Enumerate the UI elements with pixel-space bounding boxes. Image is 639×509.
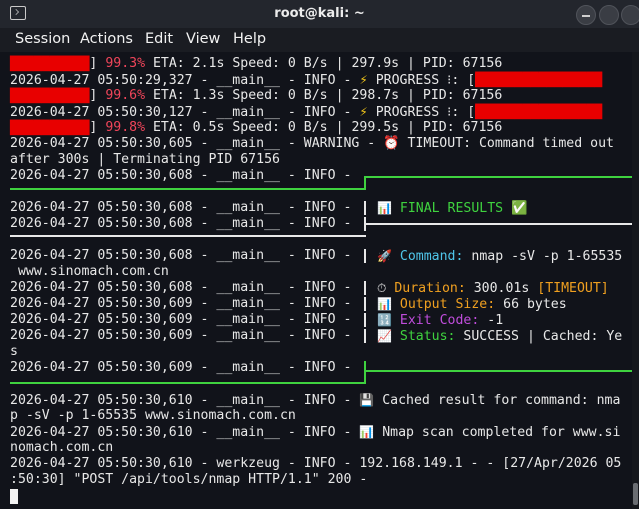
box-divider — [364, 281, 366, 295]
werkzeug-line: 2026-04-27 05:50:30,610 - werkzeug - INF… — [10, 456, 622, 471]
chart-icon: 📊 — [359, 425, 375, 439]
progress-percent: 99.8% — [105, 120, 146, 135]
duration-row: ⏱ Duration: 300.01s [TIMEOUT] — [377, 281, 609, 296]
status-row-wrap: s — [10, 344, 18, 359]
text-cursor — [10, 489, 18, 504]
progress-line: 2026-04-27 05:50:29,327 - __main__ - INF… — [10, 73, 603, 88]
progress-bar-fill: ██████████ — [10, 89, 90, 104]
scrollbar-thumb[interactable] — [633, 483, 638, 505]
chart-icon: 📊 — [377, 201, 392, 215]
progress-bar-fill: ██████████ — [10, 57, 90, 72]
log-line: 2026-04-27 05:50:30,608 - __main__ - INF… — [10, 280, 360, 295]
window-title: root@kali: ~ — [274, 6, 365, 21]
box-divider — [364, 201, 366, 215]
progress-percent: 99.6% — [105, 88, 146, 103]
box-divider — [364, 297, 366, 311]
menu-edit[interactable]: Edit — [145, 31, 173, 47]
box-divider — [364, 313, 366, 327]
exit-code-row: 🔢 Exit Code: -1 — [377, 313, 504, 328]
box-rule — [10, 382, 366, 384]
progress-bar-fill: ██████████ — [10, 121, 90, 136]
results-heading: 📊 FINAL RESULTS ✅ — [377, 201, 528, 216]
progress-line: ██████████] 99.3% ETA: 2.1s Speed: 0 B/s… — [10, 56, 503, 72]
cached-line: 2026-04-27 05:50:30,610 - __main__ - INF… — [10, 393, 621, 408]
warning-line-wrap: after 300s | Terminating PID 67156 — [10, 152, 280, 167]
log-line: 2026-04-27 05:50:30,609 - __main__ - INF… — [10, 312, 360, 327]
status-row: 📈 Status: SUCCESS | Cached: Ye — [377, 329, 623, 344]
scrollbar-track[interactable] — [632, 52, 639, 509]
menu-actions[interactable]: Actions — [80, 31, 133, 47]
menu-session[interactable]: Session — [15, 31, 70, 47]
menu-view[interactable]: View — [186, 31, 220, 47]
box-divider — [364, 249, 366, 263]
box-divider — [364, 329, 366, 343]
log-line: 2026-04-27 05:50:30,608 - __main__ - INF… — [10, 168, 360, 183]
log-line: 2026-04-27 05:50:30,609 - __main__ - INF… — [10, 328, 360, 343]
progress-line: 2026-04-27 05:50:30,127 - __main__ - INF… — [10, 105, 603, 120]
progress-line: ██████████] 99.8% ETA: 0.5s Speed: 0 B/s… — [10, 120, 503, 136]
log-line: 2026-04-27 05:50:30,608 - __main__ - INF… — [10, 216, 360, 231]
progress-percent: 99.3% — [105, 56, 146, 71]
scan-line-wrap: nomach.com.cn — [10, 440, 114, 455]
stopwatch-icon: ⏱ — [377, 281, 387, 295]
progress-bar-fill: ████████████████ — [475, 73, 603, 88]
box-rule — [364, 176, 366, 190]
log-line: 2026-04-27 05:50:30,608 - __main__ - INF… — [10, 200, 360, 215]
command-row: 🚀 Command: nmap -sV -p 1-65535 — [377, 249, 623, 264]
scan-line: 2026-04-27 05:50:30,610 - __main__ - INF… — [10, 425, 621, 440]
menu-bar: Session Actions Edit View Help — [0, 28, 639, 52]
log-line: 2026-04-27 05:50:30,608 - __main__ - INF… — [10, 248, 360, 263]
lightning-icon: ⚡ — [359, 73, 368, 87]
menu-help[interactable]: Help — [233, 31, 266, 47]
close-button[interactable] — [621, 5, 639, 25]
box-rule — [10, 188, 366, 190]
box-separator — [10, 235, 366, 237]
floppy-disk-icon: 💾 — [359, 393, 375, 407]
title-bar: root@kali: ~ — [0, 0, 639, 28]
warning-line: 2026-04-27 05:50:30,605 - __main__ - WAR… — [10, 136, 614, 151]
cached-line-wrap: p -sV -p 1-65535 www.sinomach.com.cn — [10, 408, 296, 423]
terminal-window: root@kali: ~ Session Actions Edit View H… — [0, 0, 639, 509]
progress-bar-fill: ████████████████ — [475, 105, 603, 120]
numbers-icon: 🔢 — [377, 313, 392, 327]
maximize-button[interactable] — [599, 5, 619, 25]
minimize-button[interactable] — [576, 5, 596, 25]
size-row: 📊 Output Size: 66 bytes — [377, 297, 567, 312]
log-line: 2026-04-27 05:50:30,609 - __main__ - INF… — [10, 360, 360, 375]
box-rule — [364, 370, 632, 372]
progress-line: ██████████] 99.6% ETA: 1.3s Speed: 0 B/s… — [10, 88, 503, 104]
chart-icon: 📊 — [377, 297, 392, 311]
lightning-icon: ⚡ — [359, 105, 368, 119]
rocket-icon: 🚀 — [377, 249, 392, 263]
trend-chart-icon: 📈 — [377, 329, 392, 343]
log-line: 2026-04-27 05:50:30,609 - __main__ - INF… — [10, 296, 360, 311]
box-separator — [364, 223, 632, 225]
terminal-output[interactable]: ██████████] 99.3% ETA: 2.1s Speed: 0 B/s… — [0, 52, 632, 509]
werkzeug-line-wrap: :50:30] "POST /api/tools/nmap HTTP/1.1" … — [10, 472, 368, 487]
command-row-wrap: www.sinomach.com.cn — [10, 264, 169, 279]
box-rule — [364, 176, 632, 178]
box-rule — [364, 361, 366, 384]
